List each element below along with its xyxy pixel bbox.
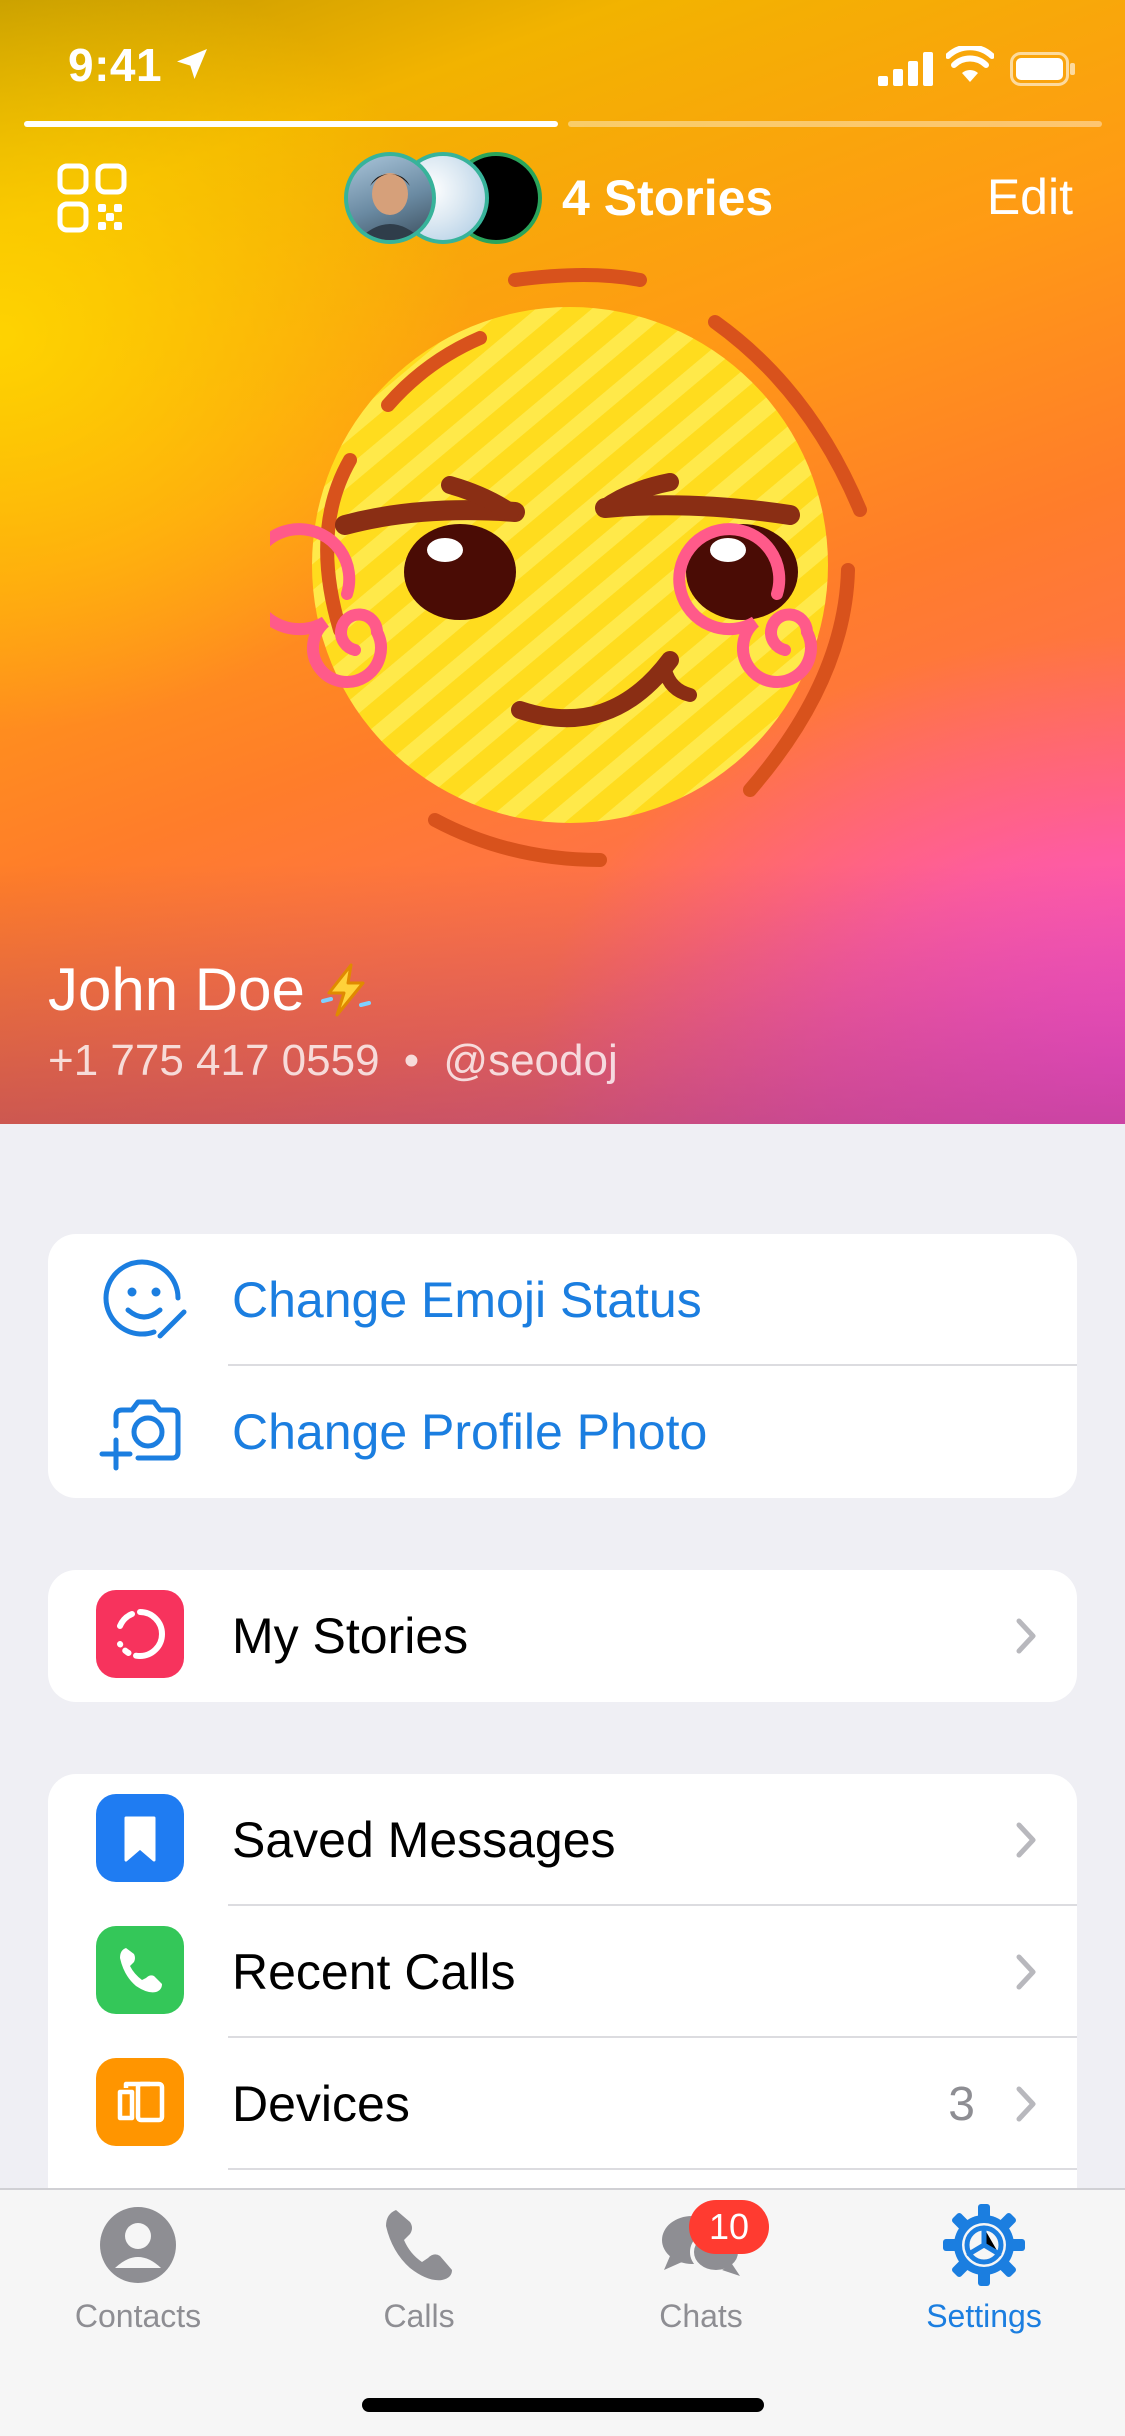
profile-name-text: John Doe [48,956,305,1023]
tab-calls-label: Calls [383,2298,455,2334]
person-photo-icon [358,173,422,240]
story-avatars [344,152,542,244]
story-avatar [344,152,436,244]
stories-button[interactable]: 4 Stories [344,152,773,244]
change-profile-photo-label: Change Profile Photo [232,1404,708,1460]
tab-settings-label: Settings [926,2298,1042,2334]
my-stories-item[interactable]: My Stories [48,1570,1077,1702]
change-emoji-status-label: Change Emoji Status [232,1272,702,1328]
bookmark-icon [96,1794,184,1882]
devices-item[interactable]: Devices 3 [48,2038,1077,2170]
tab-contacts[interactable]: Contacts [38,2200,238,2350]
devices-count: 3 [948,2077,975,2131]
status-bar: 9:41 [0,0,1125,120]
tab-chats[interactable]: 10 Chats [601,2200,801,2350]
profile-separator: • [403,1036,420,1085]
profile-header: 9:41 4 Stories Edit John Doe +1 775 417 … [0,0,1125,1124]
saved-messages-item[interactable]: Saved Messages [48,1774,1077,1906]
devices-label: Devices [232,2076,410,2132]
recent-calls-label: Recent Calls [232,1944,516,2000]
change-profile-photo-button[interactable]: Change Profile Photo [48,1366,1077,1498]
unread-count-badge: 10 [689,2200,769,2254]
location-arrow-icon [177,49,207,79]
tab-calls[interactable]: Calls [319,2200,519,2350]
wifi-icon [946,46,994,82]
phone-icon [386,2210,452,2281]
chevron-right-icon [1016,1618,1036,1654]
qr-code-icon[interactable] [56,162,128,234]
add-photo-icon [99,1399,181,1471]
profile-actions-card: Change Emoji Status Change Profile Photo [48,1234,1077,1498]
status-time: 9:41 [68,39,163,91]
row-separator [228,2168,1077,2170]
chevron-right-icon [1016,1954,1036,1990]
tab-settings[interactable]: Settings [884,2200,1084,2350]
profile-username: @seodoj [443,1036,618,1085]
battery-icon [1010,52,1075,86]
home-indicator [362,2398,764,2412]
emoji-status-icon [103,1259,187,1339]
edit-button[interactable]: Edit [987,168,1073,226]
story-progress-segment [24,121,558,127]
chevron-right-icon [1016,1822,1036,1858]
settings-menu-card: Saved Messages Recent Calls Devices 3 [48,1774,1077,2194]
cellular-signal-icon [878,52,933,86]
my-stories-label: My Stories [232,1608,469,1664]
change-emoji-status-button[interactable]: Change Emoji Status [48,1234,1077,1366]
lightning-emoji-status-icon[interactable] [317,961,375,1019]
emoji-status-artwork [270,268,867,867]
phone-icon [96,1926,184,2014]
stories-card: My Stories [48,1570,1077,1702]
story-progress-segment [568,121,1102,127]
recent-calls-item[interactable]: Recent Calls [48,1906,1077,2038]
saved-messages-label: Saved Messages [232,1812,616,1868]
stories-count-label: 4 Stories [562,170,774,226]
profile-phone: +1 775 417 0559 [48,1036,380,1085]
tab-contacts-label: Contacts [74,2298,202,2334]
chevron-right-icon [1016,2086,1036,2122]
person-icon [100,2207,176,2283]
stories-icon [96,1590,184,1678]
profile-name: John Doe [48,955,375,1024]
tab-chats-label: Chats [659,2298,743,2334]
gear-icon [943,2204,1025,2286]
profile-contact-line: +1 775 417 0559 • @seodoj [48,1036,618,1086]
devices-icon [96,2058,184,2146]
